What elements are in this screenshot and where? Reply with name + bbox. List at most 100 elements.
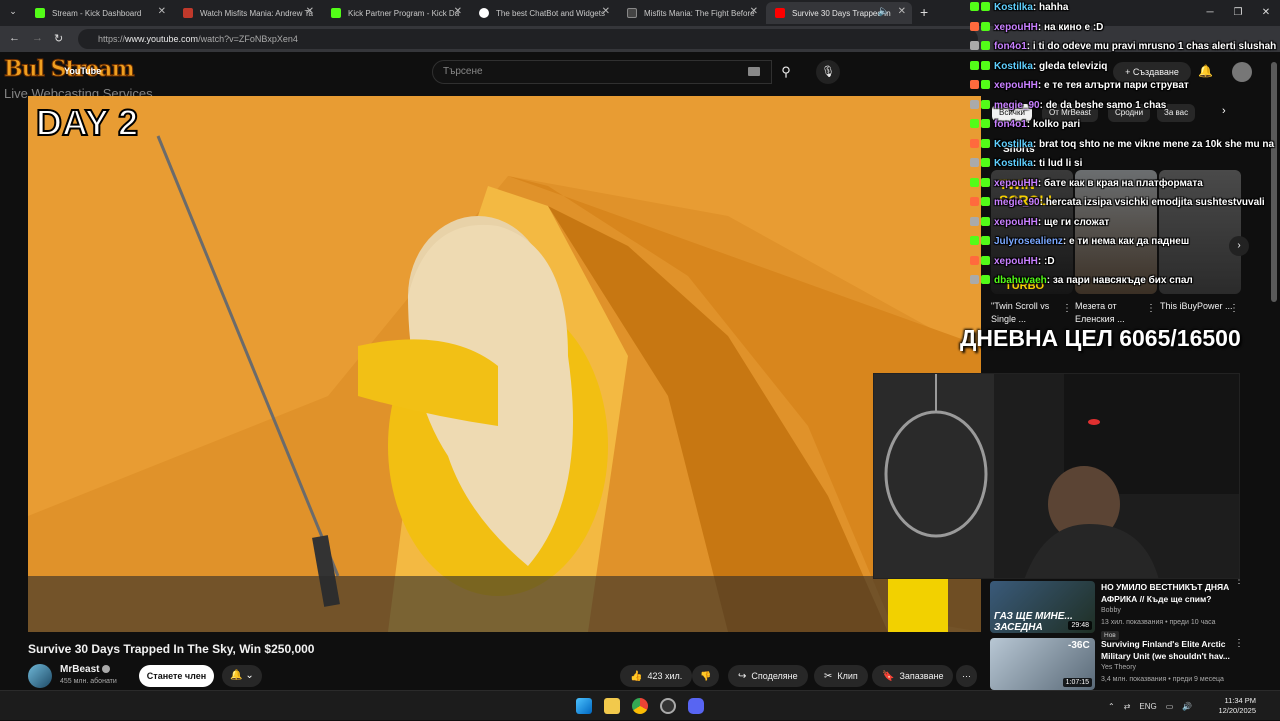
- chat-username: xepouHH: [994, 216, 1038, 228]
- volume-icon[interactable]: 🔊: [1182, 702, 1192, 711]
- more-icon[interactable]: ⋮: [1146, 303, 1156, 314]
- video-duration: 29:48: [1068, 621, 1092, 630]
- video-thumbnail: ГАЗ ЩЕ МИНЕ... ЗАСЕДНА 29:48: [990, 581, 1095, 633]
- chat-badge-icon: [970, 60, 979, 70]
- chat-username: Julyrosealienz: [994, 236, 1063, 247]
- channel-avatar[interactable]: [28, 664, 52, 688]
- chatbot-icon: [479, 8, 489, 18]
- subscriber-count: 455 млн. абонати: [60, 678, 117, 685]
- back-icon[interactable]: ←: [9, 32, 20, 44]
- recommended-video[interactable]: -36C 1:07:15 Surviving Finland's Elite A…: [990, 638, 1244, 690]
- chat-badge-icon: [970, 119, 979, 128]
- video-player[interactable]: [28, 96, 981, 632]
- chat-text: : i ti do odeve mu pravi mrusno 1 chas a…: [1026, 41, 1277, 52]
- close-icon[interactable]: ✕: [602, 6, 610, 17]
- file-explorer-icon[interactable]: [604, 698, 620, 714]
- chat-message: fon4o1: kolko pari: [970, 119, 1080, 135]
- video-meta: 3,4 млн. показвания • преди 9 месеца: [1101, 676, 1224, 683]
- close-icon[interactable]: ✕: [306, 6, 314, 17]
- like-button[interactable]: 👍 423 хил.: [620, 665, 693, 687]
- chat-text: : brat toq shto ne me vikne mene za 10k …: [1032, 138, 1275, 150]
- notifications-button[interactable]: 🔔 ⌄: [222, 665, 262, 687]
- browser-tab[interactable]: The best ChatBot and Widgets ✕: [470, 2, 616, 24]
- video-channel: Bobby: [1101, 607, 1121, 614]
- chat-text: : бате как в края на платформата: [1037, 177, 1203, 189]
- browser-tab[interactable]: Kick Partner Program - Kick Da ✕: [322, 2, 468, 24]
- site-icon: [627, 8, 637, 18]
- url-field[interactable]: https://www.youtube.com/watch?v=ZFoNBxpX…: [78, 29, 978, 49]
- thumbnail-overlay-text: -36C: [1068, 640, 1090, 651]
- more-actions-button[interactable]: ⋯: [956, 665, 977, 687]
- short-title[interactable]: This iBuyPower ...: [1160, 300, 1236, 313]
- save-label: Запазване: [899, 671, 944, 681]
- more-icon[interactable]: ⋮: [1229, 303, 1239, 314]
- video-duration: 1:07:15: [1062, 678, 1092, 687]
- chat-badge-icon: [981, 255, 990, 265]
- channel-name[interactable]: MrBeast: [60, 664, 111, 675]
- tab-title: Stream - Kick Dashboard: [52, 8, 142, 18]
- verified-icon: [102, 665, 111, 674]
- chat-badge-icon: [970, 197, 979, 206]
- share-button[interactable]: ↪ Споделяне: [728, 665, 808, 687]
- search-input[interactable]: Търсене: [432, 60, 772, 84]
- browser-tab[interactable]: Stream - Kick Dashboard ✕: [26, 2, 172, 24]
- short-title[interactable]: Мезета от Еленския ...: [1075, 300, 1151, 326]
- search-icon[interactable]: ⚲: [772, 60, 800, 84]
- chat-badge-icon: [970, 236, 979, 245]
- video-title: Surviving Finland's Elite Arctic Militar…: [1101, 639, 1230, 661]
- clock[interactable]: 11:34 PM 12/20/2025: [1212, 696, 1256, 716]
- channel-name-text: MrBeast: [60, 664, 100, 675]
- chat-text: : de da beshe samo 1 chas: [1039, 99, 1167, 111]
- more-icon[interactable]: ⋮: [1062, 303, 1072, 314]
- clip-button[interactable]: ✂ Клип: [814, 665, 868, 687]
- chevron-up-icon[interactable]: ⌃: [1108, 702, 1115, 711]
- start-icon[interactable]: [576, 698, 592, 714]
- dislike-button[interactable]: 👎: [692, 665, 720, 687]
- chat-text: : ti lud li si: [1032, 158, 1083, 169]
- video-channel: Yes Theory: [1101, 664, 1137, 671]
- chat-badge-icon: [981, 80, 990, 89]
- browser-tab[interactable]: Watch Misfits Mania: Andrew Ta ✕: [174, 2, 320, 24]
- site-icon: [183, 8, 193, 18]
- chat-message: xepouHH: ще ги сложат: [970, 216, 1109, 233]
- chat-badge-icon: [970, 99, 979, 109]
- chat-message: fon4o1: i ti do odeve mu pravi mrusno 1 …: [970, 41, 1276, 57]
- browser-tab-active[interactable]: Survive 30 Days Trapped In 🔈 ✕: [766, 2, 912, 24]
- youtube-logo[interactable]: YouTube: [64, 66, 101, 76]
- close-icon[interactable]: ✕: [158, 6, 166, 17]
- new-tab-button[interactable]: +: [920, 4, 928, 20]
- video-day-caption: DAY 2: [35, 101, 139, 144]
- reload-icon[interactable]: ↻: [54, 32, 63, 45]
- windows-taskbar: ⌃ ⇄ ENG ▭ 🔊 11:34 PM 12/20/2025: [0, 690, 1280, 720]
- video-title: НО УМИЛО ВЕСТНИКЪТ ДНЯА АФРИКА // Къде щ…: [1101, 582, 1230, 604]
- share-label: Споделяне: [751, 671, 798, 681]
- microphone-icon[interactable]: 🎙: [816, 60, 840, 84]
- chrome-icon[interactable]: [632, 698, 648, 714]
- browser-tab[interactable]: Misfits Mania: The Fight Before ✕: [618, 2, 764, 24]
- close-icon[interactable]: ✕: [898, 6, 906, 17]
- sync-icon[interactable]: ⇄: [1124, 702, 1131, 711]
- recommended-video[interactable]: ГАЗ ЩЕ МИНЕ... ЗАСЕДНА 29:48 НО УМИЛО ВЕ…: [990, 575, 1244, 640]
- chat-badge-icon: [970, 216, 979, 226]
- discord-icon[interactable]: [688, 698, 704, 714]
- close-icon[interactable]: ✕: [750, 6, 758, 17]
- obs-icon[interactable]: [660, 698, 676, 714]
- language-indicator[interactable]: ENG: [1139, 702, 1156, 711]
- monitor-icon[interactable]: ▭: [1166, 702, 1174, 711]
- more-icon[interactable]: ⋮: [1234, 638, 1244, 649]
- chat-username: megie_90: [994, 99, 1040, 111]
- close-icon[interactable]: ✕: [454, 6, 462, 17]
- clock-date: 12/20/2025: [1218, 706, 1256, 715]
- speaker-icon[interactable]: 🔈: [878, 6, 890, 17]
- save-button[interactable]: 🔖 Запазване: [872, 665, 954, 687]
- keyboard-icon[interactable]: [748, 67, 760, 76]
- chat-message: Kostilka: gleda televiziq: [970, 60, 1107, 77]
- chat-badge-icon: [970, 275, 979, 284]
- chat-badge-icon: [981, 177, 990, 187]
- stream-chat-overlay: Kostilka: hahha xepouHH: на кино е :D fon4…: [970, 2, 1280, 292]
- tab-search-icon[interactable]: ⌄: [6, 6, 20, 20]
- forward-icon[interactable]: →: [32, 32, 43, 44]
- short-title[interactable]: "Twin Scroll vs Single ...: [991, 300, 1067, 326]
- webcam-frame: [874, 374, 1239, 578]
- join-button[interactable]: Станете член: [139, 665, 214, 687]
